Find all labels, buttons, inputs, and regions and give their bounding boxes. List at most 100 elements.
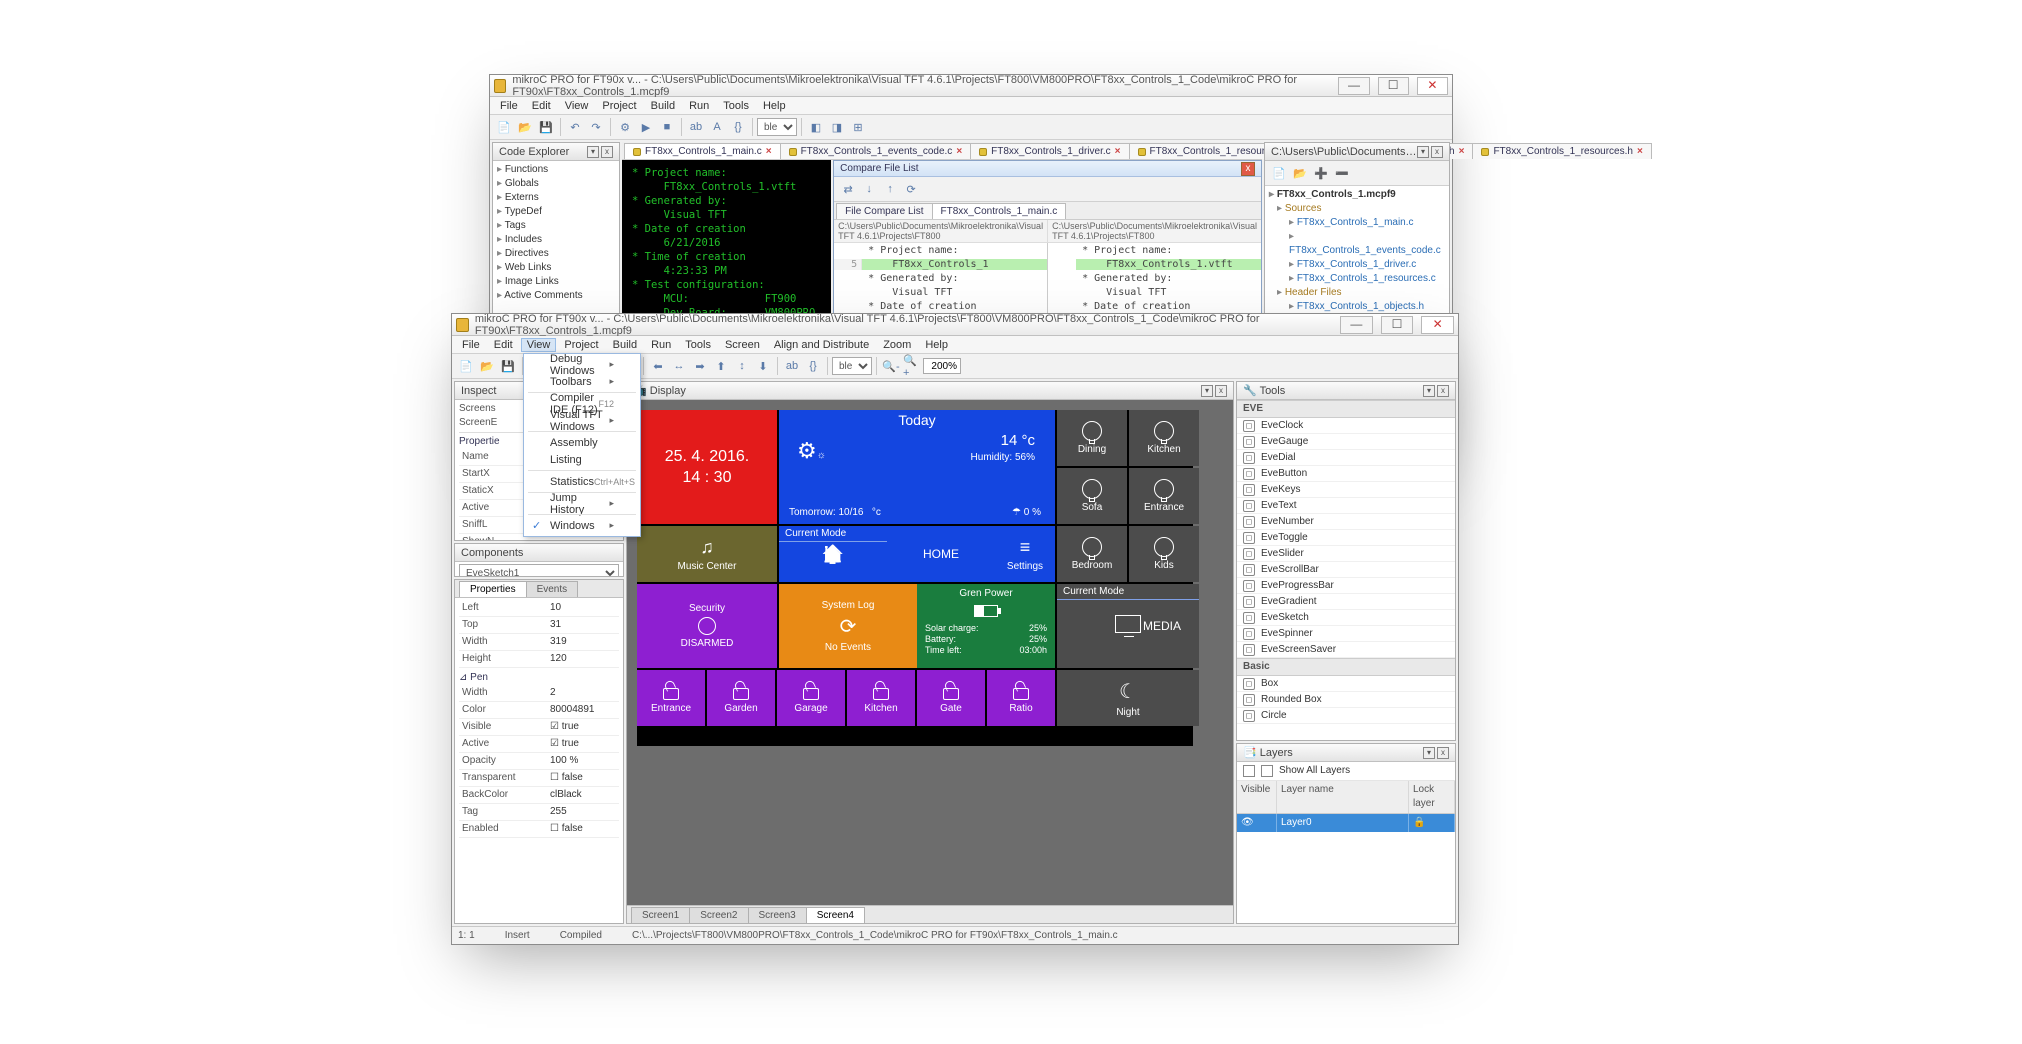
menu-item[interactable]: Tools bbox=[717, 99, 755, 113]
tile-lock[interactable]: Garden bbox=[707, 670, 775, 726]
toolbar-button[interactable]: ◧ bbox=[806, 117, 826, 137]
property-row[interactable]: Width319 bbox=[459, 634, 619, 651]
toolbar-button[interactable]: A bbox=[707, 117, 727, 137]
zoom-out-icon[interactable]: 🔍- bbox=[881, 356, 901, 376]
toolbar-button[interactable]: 📄 bbox=[494, 117, 514, 137]
panel-close-icon[interactable]: x bbox=[1215, 385, 1227, 397]
menu-dropdown-item[interactable]: Windows▸ bbox=[524, 517, 640, 534]
menu-dropdown-item[interactable]: Assembly bbox=[524, 434, 640, 451]
property-row[interactable]: Opacity100 % bbox=[459, 753, 619, 770]
panel-pin-icon[interactable]: ▾ bbox=[1201, 385, 1213, 397]
tile-room-sofa[interactable]: Sofa bbox=[1057, 468, 1127, 524]
compare-tab[interactable]: File Compare List bbox=[836, 203, 932, 219]
panel-close-icon[interactable]: x bbox=[1437, 385, 1449, 397]
align-bottom-icon[interactable]: ⬇ bbox=[753, 356, 773, 376]
menu-dropdown-item[interactable]: Toolbars▸ bbox=[524, 373, 640, 390]
tree-item[interactable]: Image Links bbox=[497, 275, 615, 289]
screen-tab[interactable]: Screen2 bbox=[689, 907, 748, 923]
tree-group[interactable]: Sources bbox=[1277, 202, 1445, 216]
align-middle-icon[interactable]: ↕ bbox=[732, 356, 752, 376]
titlebar[interactable]: mikroC PRO for FT90x v... - C:\Users\Pub… bbox=[452, 314, 1458, 336]
compare-close-icon[interactable]: x bbox=[1241, 162, 1255, 176]
canvas[interactable]: 25. 4. 2016. 14 : 30 Today ☼ 14 °c Humid… bbox=[627, 400, 1233, 905]
tools-item[interactable]: ◻EveSketch bbox=[1237, 610, 1455, 626]
component-select[interactable]: EveSketch1 bbox=[459, 564, 619, 576]
menu-item[interactable]: File bbox=[456, 338, 486, 352]
tree-item[interactable]: Globals bbox=[497, 177, 615, 191]
tools-item[interactable]: ◻EveText bbox=[1237, 498, 1455, 514]
menu-dropdown-item[interactable]: Listing bbox=[524, 451, 640, 468]
menu-item[interactable]: Zoom bbox=[877, 338, 917, 352]
file-tab[interactable]: FT8xx_Controls_1_resources.h × bbox=[1472, 143, 1651, 159]
menu-item[interactable]: Edit bbox=[488, 338, 519, 352]
tree-item[interactable]: Web Links bbox=[497, 261, 615, 275]
zoom-in-icon[interactable]: 🔍+ bbox=[902, 356, 922, 376]
property-row[interactable]: Active☑ true bbox=[459, 736, 619, 753]
tree-item[interactable]: FT8xx_Controls_1_main.c bbox=[1289, 216, 1445, 230]
toolbar-button[interactable]: 💾 bbox=[498, 356, 518, 376]
tree-item[interactable]: Directives bbox=[497, 247, 615, 261]
toolbar-button[interactable]: ⟳ bbox=[901, 179, 921, 199]
menu-dropdown-item[interactable]: StatisticsCtrl+Alt+S bbox=[524, 473, 640, 490]
zoom-input[interactable] bbox=[923, 358, 961, 374]
menu-item[interactable]: Build bbox=[607, 338, 643, 352]
tile-home[interactable]: Current Mode HOME Settings bbox=[779, 526, 1055, 582]
panel-pin-icon[interactable]: ▾ bbox=[1423, 747, 1435, 759]
menu-item[interactable]: Project bbox=[596, 99, 642, 113]
menu-item[interactable]: Build bbox=[645, 99, 681, 113]
compare-tab[interactable]: FT8xx_Controls_1_main.c bbox=[932, 203, 1067, 219]
menu-item[interactable]: File bbox=[494, 99, 524, 113]
tools-item[interactable]: ◻Rounded Box bbox=[1237, 692, 1455, 708]
toolbar-button[interactable]: {} bbox=[803, 356, 823, 376]
file-tab[interactable]: FT8xx_Controls_1_events_code.c × bbox=[780, 143, 972, 159]
tree-item[interactable]: Externs bbox=[497, 191, 615, 205]
property-row[interactable]: Left10 bbox=[459, 600, 619, 617]
view-menu-dropdown[interactable]: Debug Windows▸Toolbars▸Compiler IDE (F12… bbox=[523, 353, 641, 537]
close-button[interactable]: ✕ bbox=[1417, 77, 1448, 95]
property-row[interactable]: Top31 bbox=[459, 617, 619, 634]
menu-item[interactable]: View bbox=[521, 338, 557, 352]
toolbar-button[interactable]: 📂 bbox=[1290, 163, 1310, 183]
tools-item[interactable]: ◻EveScrollBar bbox=[1237, 562, 1455, 578]
tab-properties[interactable]: Properties bbox=[459, 581, 527, 597]
tile-room-entrance[interactable]: Entrance bbox=[1129, 468, 1199, 524]
tile-media[interactable]: Current Mode MEDIA bbox=[1057, 584, 1199, 668]
tools-item[interactable]: ◻EveClock bbox=[1237, 418, 1455, 434]
tools-list[interactable]: EVE◻EveClock◻EveGauge◻EveDial◻EveButton◻… bbox=[1237, 400, 1455, 740]
toolbar-button[interactable]: ↑ bbox=[880, 179, 900, 199]
panel-close-icon[interactable]: x bbox=[601, 146, 613, 158]
tree-item[interactable]: Includes bbox=[497, 233, 615, 247]
align-center-icon[interactable]: ↔ bbox=[669, 356, 689, 376]
tree-item[interactable]: Functions bbox=[497, 163, 615, 177]
tools-item[interactable]: ◻EveProgressBar bbox=[1237, 578, 1455, 594]
tree-item[interactable]: FT8xx_Controls_1_driver.c bbox=[1289, 258, 1445, 272]
tile-weather[interactable]: Today ☼ 14 °c Humidity: 56% Tomorrow: 10… bbox=[779, 410, 1055, 524]
menu-item[interactable]: Edit bbox=[526, 99, 557, 113]
maximize-button[interactable]: ☐ bbox=[1378, 77, 1409, 95]
titlebar[interactable]: mikroC PRO for FT90x v... - C:\Users\Pub… bbox=[490, 75, 1452, 97]
property-row[interactable]: Visible☑ true bbox=[459, 719, 619, 736]
toolbar-button[interactable]: ⇄ bbox=[838, 179, 858, 199]
tools-item[interactable]: ◻EveKeys bbox=[1237, 482, 1455, 498]
tree-item[interactable]: Tags bbox=[497, 219, 615, 233]
tile-room-kids[interactable]: Kids bbox=[1129, 526, 1199, 582]
toolbar-button[interactable]: ⚙ bbox=[615, 117, 635, 137]
tools-item[interactable]: ◻EveDial bbox=[1237, 450, 1455, 466]
property-row[interactable]: Color80004891 bbox=[459, 702, 619, 719]
panel-pin-icon[interactable]: ▾ bbox=[1417, 146, 1429, 158]
property-row[interactable]: Transparent☐ false bbox=[459, 770, 619, 787]
tree-root[interactable]: FT8xx_Controls_1.mcpf9 bbox=[1269, 188, 1445, 202]
menu-item[interactable]: Align and Distribute bbox=[768, 338, 875, 352]
menu-dropdown-item[interactable]: Visual TFT Windows▸ bbox=[524, 412, 640, 429]
menu-dropdown-item[interactable]: Debug Windows▸ bbox=[524, 356, 640, 373]
editor-tabs[interactable]: FT8xx_Controls_1_main.c ×FT8xx_Controls_… bbox=[622, 142, 1262, 160]
toolbar-button[interactable]: ab bbox=[686, 117, 706, 137]
align-right-icon[interactable]: ➡ bbox=[690, 356, 710, 376]
toolbar-button[interactable]: ↓ bbox=[859, 179, 879, 199]
menu-item[interactable]: Screen bbox=[719, 338, 766, 352]
toolbar-button[interactable]: ➖ bbox=[1332, 163, 1352, 183]
tools-item[interactable]: ◻EveNumber bbox=[1237, 514, 1455, 530]
toolbar-button[interactable]: ↶ bbox=[565, 117, 585, 137]
toolbar-button[interactable]: ab bbox=[782, 356, 802, 376]
panel-close-icon[interactable]: x bbox=[1431, 146, 1443, 158]
